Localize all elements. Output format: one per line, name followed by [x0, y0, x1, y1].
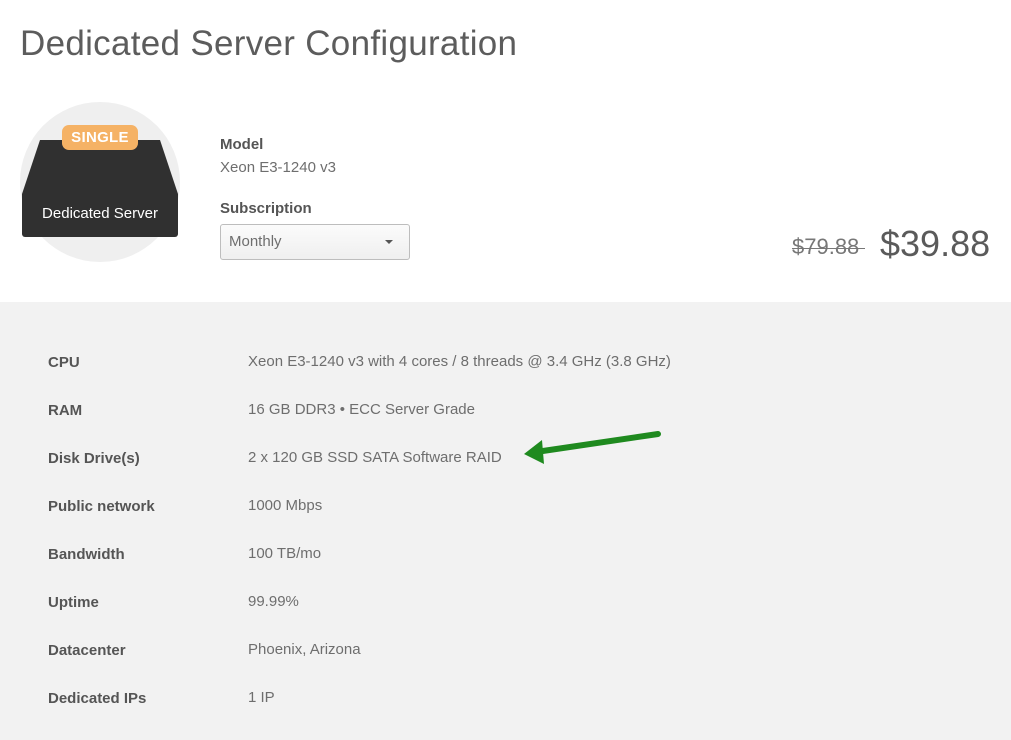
- spec-value: 16 GB DDR3 • ECC Server Grade: [248, 401, 475, 418]
- spec-label: Disk Drive(s): [48, 450, 140, 467]
- spec-label: Uptime: [48, 594, 99, 611]
- page-title: Dedicated Server Configuration: [20, 24, 518, 63]
- model-value: Xeon E3-1240 v3: [220, 159, 336, 176]
- spec-row-ips: Dedicated IPs 1 IP: [0, 689, 1011, 714]
- spec-value: 99.99%: [248, 593, 299, 610]
- spec-label: RAM: [48, 402, 83, 419]
- subscription-select[interactable]: Monthly: [220, 224, 410, 260]
- spec-value: Phoenix, Arizona: [248, 641, 361, 658]
- spec-value: Xeon E3-1240 v3 with 4 cores / 8 threads…: [248, 353, 671, 370]
- spec-label: CPU: [48, 354, 80, 371]
- spec-row-network: Public network 1000 Mbps: [0, 497, 1011, 522]
- spec-value: 1000 Mbps: [248, 497, 323, 514]
- spec-label: Datacenter: [48, 642, 126, 659]
- subscription-selected: Monthly: [229, 233, 282, 250]
- arrow-icon: [524, 431, 661, 464]
- model-label: Model: [220, 136, 264, 153]
- caret-down-icon: [385, 240, 393, 244]
- spec-row-datacenter: Datacenter Phoenix, Arizona: [0, 641, 1011, 666]
- new-price: $39.88: [880, 223, 991, 264]
- spec-value: 2 x 120 GB SSD SATA Software RAID: [248, 449, 502, 466]
- spec-row-uptime: Uptime 99.99%: [0, 593, 1011, 618]
- old-price: $79.88: [792, 234, 866, 260]
- spec-label: Public network: [48, 498, 155, 515]
- spec-value: 100 TB/mo: [248, 545, 322, 562]
- spec-label: Dedicated IPs: [48, 690, 147, 707]
- spec-row-cpu: CPU Xeon E3-1240 v3 with 4 cores / 8 thr…: [0, 353, 1011, 378]
- spec-row-bandwidth: Bandwidth 100 TB/mo: [0, 545, 1011, 570]
- specs-panel: CPU Xeon E3-1240 v3 with 4 cores / 8 thr…: [0, 302, 1011, 740]
- single-tag: SINGLE: [62, 125, 138, 150]
- spec-value: 1 IP: [248, 689, 275, 706]
- spec-row-disk: Disk Drive(s) 2 x 120 GB SSD SATA Softwa…: [0, 449, 1011, 474]
- subscription-label: Subscription: [220, 200, 312, 217]
- spec-row-ram: RAM 16 GB DDR3 • ECC Server Grade: [0, 401, 1011, 426]
- spec-label: Bandwidth: [48, 546, 125, 563]
- strikethrough-line: [792, 248, 866, 249]
- old-price-value: $79.88: [792, 234, 860, 259]
- product-name: Dedicated Server: [22, 194, 178, 237]
